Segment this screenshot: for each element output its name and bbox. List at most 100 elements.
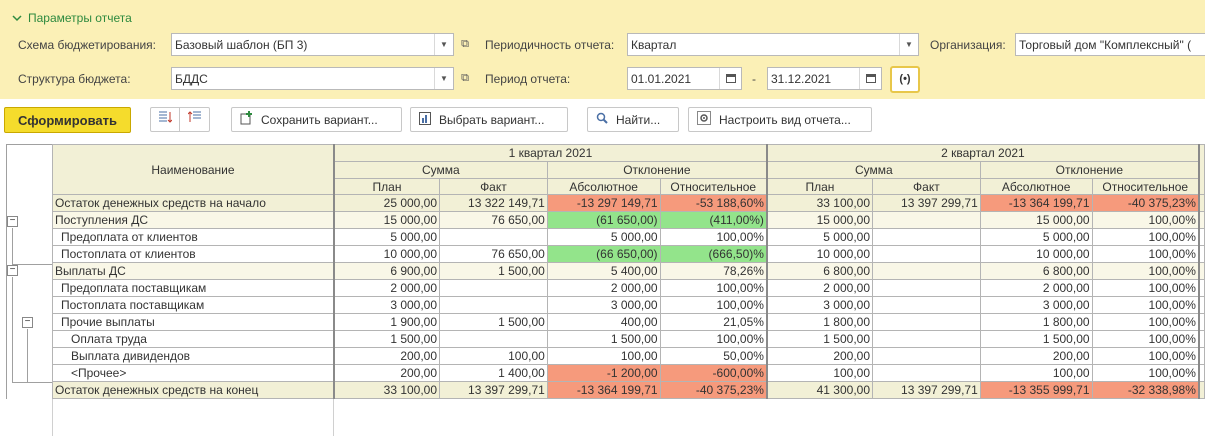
q1-relative-cell: -600,00%: [659, 364, 768, 382]
find-button[interactable]: Найти...: [587, 107, 679, 132]
settings-icon: [697, 111, 711, 128]
calendar-icon[interactable]: [719, 68, 741, 89]
q2-plan-cell: 15 000,00: [765, 211, 874, 229]
q2-header: 2 квартал 2021: [765, 144, 1200, 162]
table-row[interactable]: Остаток денежных средств на конец 33 100…: [51, 381, 1205, 399]
row-name: Выплаты ДС: [51, 262, 335, 280]
table-row[interactable]: <Прочее> 200,00 1 400,00 -1 200,00 -600,…: [51, 364, 1205, 382]
overflow-cell: [1197, 194, 1205, 212]
period-end-field[interactable]: 31.12.2021: [767, 67, 882, 90]
search-icon: [596, 112, 608, 127]
q2-fact-cell: [872, 330, 981, 348]
table-row[interactable]: Выплаты ДС 6 900,00 1 500,00 5 400,00 78…: [51, 262, 1205, 280]
open-form-icon[interactable]: ⧉: [456, 34, 474, 54]
dropdown-arrow-icon[interactable]: ▼: [899, 34, 918, 55]
budget-scheme-field[interactable]: Базовый шаблон (БП 3) ▼: [171, 33, 454, 56]
table-row[interactable]: Прочие выплаты 1 900,00 1 500,00 400,00 …: [51, 313, 1205, 331]
q2-relative-cell: -40 375,23%: [1091, 194, 1200, 212]
tree-line: [12, 228, 13, 264]
save-variant-button[interactable]: Сохранить вариант...: [231, 107, 402, 132]
collapse-icon[interactable]: −: [7, 216, 18, 227]
chevron-down-icon: [12, 11, 24, 25]
q2-absolute-cell: 15 000,00: [979, 211, 1093, 229]
row-name: <Прочее>: [51, 364, 335, 382]
row-name: Оплата труда: [51, 330, 335, 348]
choose-variant-button[interactable]: Выбрать вариант...: [410, 107, 568, 132]
generate-report-button[interactable]: Сформировать: [4, 107, 131, 133]
overflow-cell: [1197, 381, 1205, 399]
table-row[interactable]: Поступления ДС 15 000,00 76 650,00 (61 6…: [51, 211, 1205, 229]
q2-plan-cell: 5 000,00: [765, 228, 874, 246]
q2-fact-cell: [872, 347, 981, 365]
select-period-button[interactable]: (•): [890, 66, 920, 93]
q1-absolute-cell: 5 000,00: [546, 228, 661, 246]
budget-structure-label: Структура бюджета:: [18, 72, 131, 86]
q1-absolute-cell: 100,00: [546, 347, 661, 365]
q2-fact-cell: [872, 211, 981, 229]
q2-fact-header: Факт: [872, 178, 981, 195]
q1-relative-cell: -53 188,60%: [659, 194, 768, 212]
q2-absolute-cell: 10 000,00: [979, 245, 1093, 263]
q2-sum-header: Сумма: [765, 161, 981, 179]
calendar-icon[interactable]: [859, 68, 881, 89]
dropdown-arrow-icon[interactable]: ▼: [434, 68, 453, 89]
q2-relative-cell: 100,00%: [1091, 228, 1200, 246]
q2-relative-cell: 100,00%: [1091, 364, 1200, 382]
q1-fact-cell: 1 400,00: [439, 364, 548, 382]
report-variant-icon: [419, 111, 431, 128]
q2-relative-cell: 100,00%: [1091, 211, 1200, 229]
q2-absolute-cell: 3 000,00: [979, 296, 1093, 314]
q1-fact-cell: [439, 228, 548, 246]
q1-deviation-header: Отклонение: [546, 161, 768, 179]
row-name: Остаток денежных средств на начало: [51, 194, 335, 212]
q1-fact-cell: 1 500,00: [439, 262, 548, 280]
q1-plan-cell: 10 000,00: [332, 245, 441, 263]
table-row[interactable]: Остаток денежных средств на начало 25 00…: [51, 194, 1205, 212]
table-row[interactable]: Постоплата поставщикам 3 000,00 3 000,00…: [51, 296, 1205, 314]
overflow-cell: [1197, 330, 1205, 348]
report-parameters-panel: Параметры отчета Схема бюджетирования: Б…: [0, 0, 1205, 99]
q1-plan-cell: 200,00: [332, 364, 441, 382]
open-form-icon[interactable]: ⧉: [456, 68, 474, 88]
overflow-cell: [1197, 347, 1205, 365]
report-parameters-toggle[interactable]: Параметры отчета: [12, 11, 132, 25]
q1-plan-cell: 15 000,00: [332, 211, 441, 229]
periodicity-field[interactable]: Квартал ▼: [627, 33, 919, 56]
period-start-field[interactable]: 01.01.2021: [627, 67, 742, 90]
table-row[interactable]: Постоплата от клиентов 10 000,00 76 650,…: [51, 245, 1205, 263]
save-variant-icon: [240, 111, 253, 128]
table-row[interactable]: Оплата труда 1 500,00 1 500,00 100,00% 1…: [51, 330, 1205, 348]
q1-fact-cell: [439, 330, 548, 348]
organization-field[interactable]: Торговый дом "Комплексный" (: [1015, 33, 1205, 56]
table-row[interactable]: Предоплата поставщикам 2 000,00 2 000,00…: [51, 279, 1205, 297]
table-row[interactable]: Предоплата от клиентов 5 000,00 5 000,00…: [51, 228, 1205, 246]
q2-relative-cell: 100,00%: [1091, 296, 1200, 314]
q2-relative-cell: 100,00%: [1091, 245, 1200, 263]
q1-relative-cell: 50,00%: [659, 347, 768, 365]
budget-structure-field[interactable]: БДДС ▼: [171, 67, 454, 90]
grouping-tree: − − −: [0, 144, 52, 436]
q2-relative-cell: 100,00%: [1091, 313, 1200, 331]
overflow-cell: [1197, 296, 1205, 314]
q2-plan-cell: 1 500,00: [765, 330, 874, 348]
row-name: Поступления ДС: [51, 211, 335, 229]
expand-all-icon[interactable]: [151, 108, 180, 131]
collapse-all-icon[interactable]: [180, 108, 209, 131]
q2-fact-cell: [872, 228, 981, 246]
dropdown-arrow-icon[interactable]: ▼: [434, 34, 453, 55]
periodicity-value: Квартал: [631, 38, 677, 52]
q1-absolute-header: Абсолютное: [546, 178, 661, 195]
q1-plan-cell: 6 900,00: [332, 262, 441, 280]
configure-report-button[interactable]: Настроить вид отчета...: [688, 107, 872, 132]
overflow-cell: [1197, 211, 1205, 229]
collapse-icon[interactable]: −: [22, 317, 33, 328]
row-name: Предоплата от клиентов: [51, 228, 335, 246]
budget-scheme-label: Схема бюджетирования:: [18, 38, 156, 52]
row-name: Постоплата от клиентов: [51, 245, 335, 263]
collapse-icon[interactable]: −: [7, 265, 18, 276]
q2-relative-cell: -32 338,98%: [1091, 381, 1200, 399]
budget-scheme-value: Базовый шаблон (БП 3): [175, 38, 308, 52]
table-row[interactable]: Выплата дивидендов 200,00 100,00 100,00 …: [51, 347, 1205, 365]
q1-absolute-cell: 2 000,00: [546, 279, 661, 297]
q1-plan-cell: 1 500,00: [332, 330, 441, 348]
